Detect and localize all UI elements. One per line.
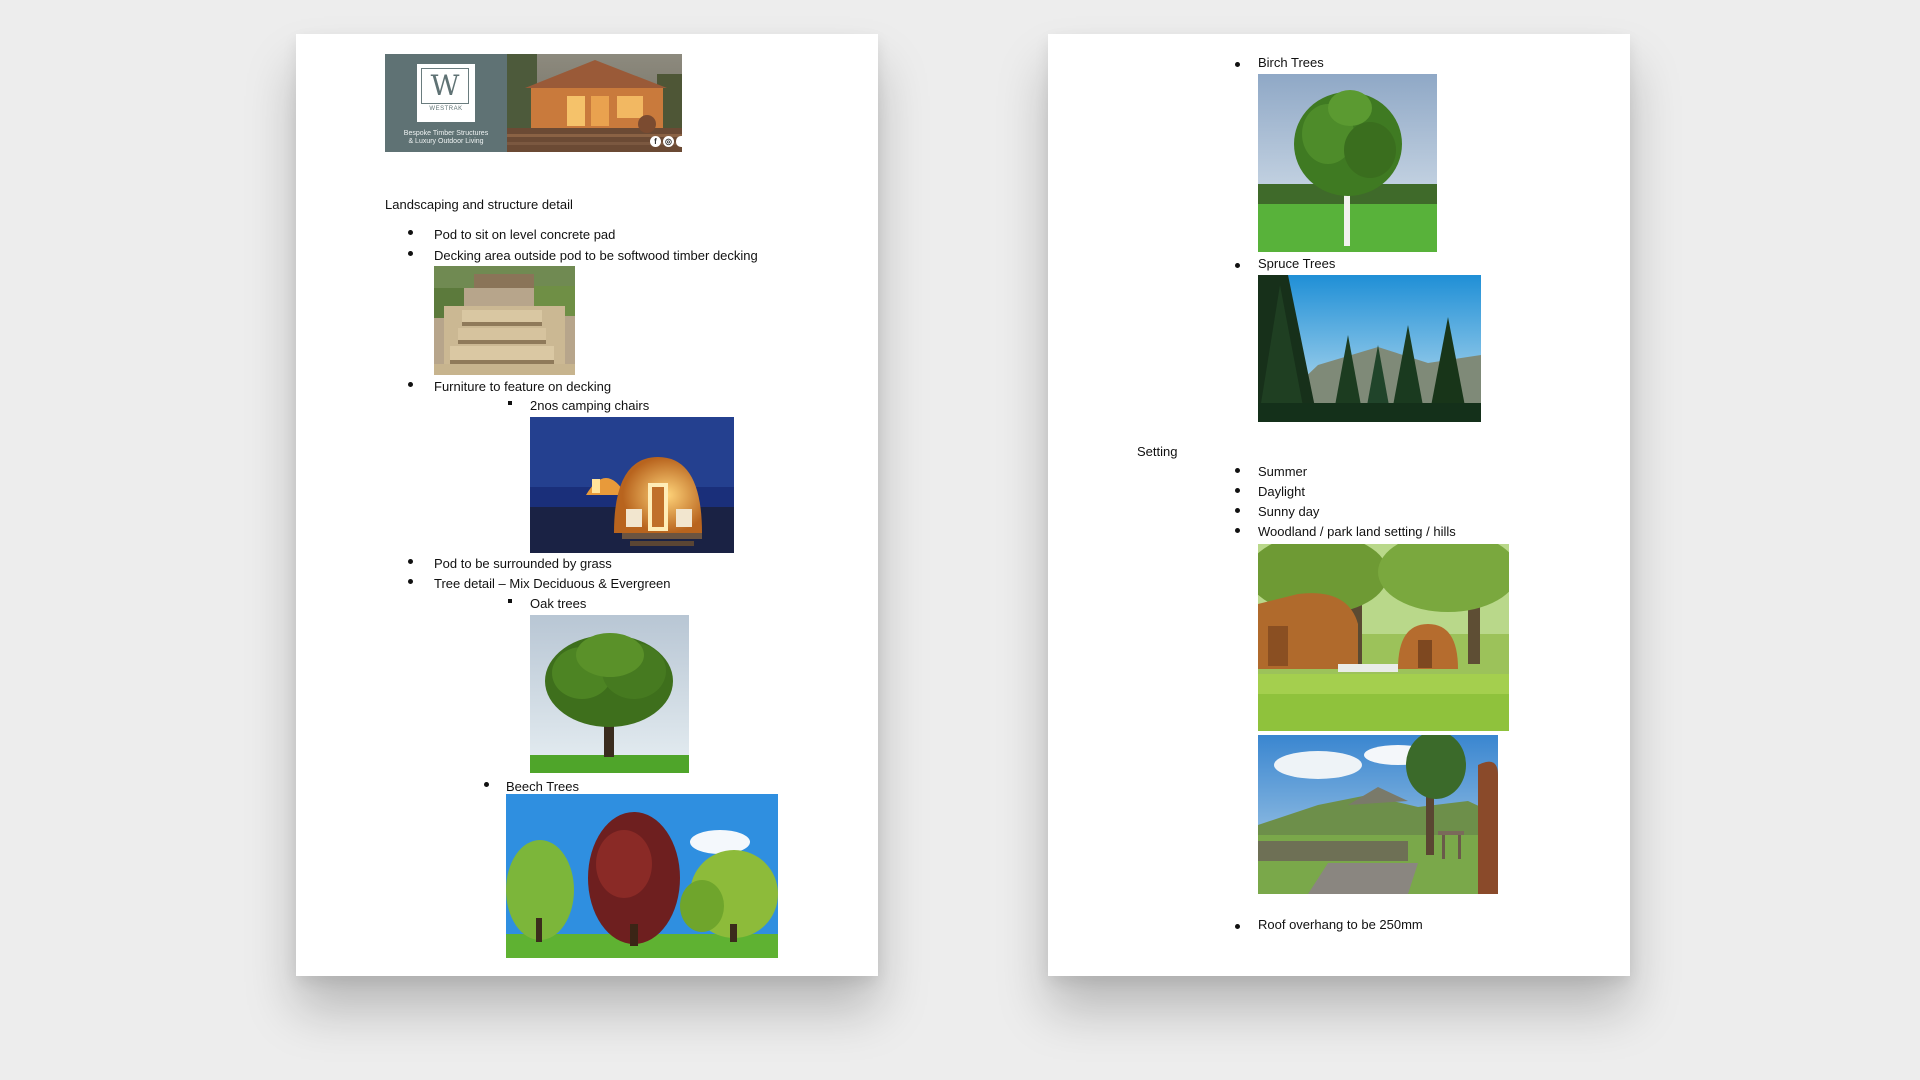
list-item-chairs: 2nos camping chairs [530,398,650,413]
bullet [408,230,413,235]
bullet [1235,924,1240,929]
bullet [408,559,413,564]
company-banner: W WESTRAK Bespoke Timber Structures & Lu… [385,54,682,152]
bullet [1235,468,1240,473]
setting-item-summer: Summer [1258,464,1308,479]
beech-trees-photo [506,794,778,958]
list-item-pad: Pod to sit on level concrete pad [434,227,616,242]
birch-tree-photo [1258,74,1437,252]
bullet [408,579,413,584]
woodland-pods-photo [1258,544,1509,731]
setting-item-daylight: Daylight [1258,484,1305,499]
list-item-spruce: Spruce Trees [1258,256,1336,271]
bullet [484,782,489,787]
bullet [1235,508,1240,513]
timber-cabin-photo: f ◎ [507,54,682,152]
list-item-beech: Beech Trees [506,779,579,794]
document-page-2: Birch Trees Spruce Trees Setting Summer … [1048,34,1630,976]
bullet [1235,263,1240,268]
company-logo: W WESTRAK [417,64,475,122]
bullet [1235,62,1240,67]
setting-item-sunny: Sunny day [1258,504,1320,519]
oak-tree-photo [530,615,689,773]
facebook-icon[interactable]: f [650,136,661,147]
banner-tagline: Bespoke Timber Structures & Luxury Outdo… [403,130,489,145]
document-page-1: W WESTRAK Bespoke Timber Structures & Lu… [296,34,878,976]
setting-item-woodland: Woodland / park land setting / hills [1258,524,1456,539]
logo-brand-text: WESTRAK [429,106,463,112]
logo-panel: W WESTRAK Bespoke Timber Structures & Lu… [385,54,507,152]
sub-bullet [508,401,512,405]
glamping-pod-night-photo [530,417,734,553]
hills-view-photo [1258,735,1498,894]
section-heading-landscaping: Landscaping and structure detail [385,197,573,212]
list-item-decking: Decking area outside pod to be softwood … [434,248,758,263]
bullet [408,251,413,256]
decking-steps-photo [434,266,575,375]
bullet [1235,528,1240,533]
spruce-trees-photo [1258,275,1481,422]
list-item-furniture: Furniture to feature on decking [434,379,612,394]
linkedin-icon[interactable] [676,136,682,147]
list-item-birch: Birch Trees [1258,55,1324,70]
instagram-icon[interactable]: ◎ [663,136,674,147]
bullet [1235,488,1240,493]
list-item-grass: Pod to be surrounded by grass [434,556,612,571]
sub-bullet [508,599,512,603]
list-item-oak: Oak trees [530,596,587,611]
bullet [408,382,413,387]
list-item-roof: Roof overhang to be 250mm [1258,917,1423,932]
section-heading-setting: Setting [1137,444,1178,459]
list-item-trees: Tree detail – Mix Deciduous & Evergreen [434,576,671,591]
